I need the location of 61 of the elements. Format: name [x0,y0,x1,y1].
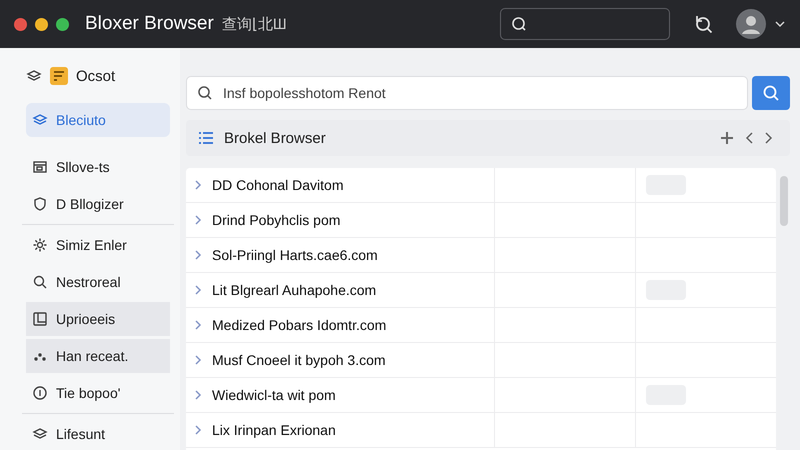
site-name[interactable]: Wiedwicl-ta wit pom [212,387,336,403]
site-name[interactable]: Sol-Priingl Harts.cae6.com [212,247,378,263]
gear-icon [32,237,48,253]
search-icon [762,84,780,102]
list-row[interactable]: Lix Irinpan Exrionan [186,413,776,448]
list-row[interactable]: Lit Blgrearl Auhapohe.com [186,273,776,308]
sidebar-item[interactable]: Simiz Enler [26,228,170,262]
window-subtitle: 查询⌊北Ш [222,14,287,34]
sidebar-item[interactable]: Han receat. [26,339,170,373]
close-button[interactable] [14,18,27,30]
window-title: Bloxer Browser [85,13,214,35]
search-icon [32,274,48,290]
search-icon [197,85,213,101]
chevron-right-icon[interactable] [764,131,774,145]
chevron-right-icon[interactable] [194,285,202,295]
info-icon [32,385,48,401]
search-field[interactable] [500,8,670,40]
avatar-icon[interactable] [736,9,766,39]
chevron-left-icon[interactable] [744,131,754,145]
sidebar-item[interactable]: Bleciuto [26,103,170,137]
list-row[interactable]: Sol-Priingl Harts.cae6.com [186,238,776,273]
list-row[interactable]: Wiedwicl-ta wit pom [186,378,776,413]
site-name[interactable]: Lix Irinpan Exrionan [212,422,336,438]
plus-icon[interactable] [720,131,734,145]
list-row[interactable]: Medized Pobars Idomtr.com [186,308,776,343]
list-row[interactable]: DD Cohonal Davitom [186,168,776,203]
chevron-right-icon[interactable] [194,355,202,365]
sidebar-header-label: Ocsot [76,68,116,84]
chevron-right-icon[interactable] [194,215,202,225]
sidebar-item[interactable]: Nestroreal [26,265,170,299]
sidebar-item[interactable]: Tie bopoo' [26,376,170,410]
site-name[interactable]: Lit Blgrearl Auhapohe.com [212,282,376,298]
document-icon [50,67,68,85]
list-row[interactable]: Musf Cnoeel it bypoh 3.com [186,343,776,378]
search-button[interactable] [752,76,790,110]
window-icon [32,159,48,175]
list-icon [198,131,214,145]
search-icon [511,16,527,32]
site-name[interactable]: Musf Cnoeel it bypoh 3.com [212,352,386,368]
book-icon [32,311,48,327]
chevron-down-icon[interactable] [774,20,786,28]
chevron-right-icon[interactable] [194,425,202,435]
sidebar-item[interactable]: D Bllogizer [26,187,170,221]
sidebar-item[interactable]: Sllove-ts [26,150,170,184]
sidebar-header[interactable]: Ocsot [26,60,170,92]
shield-icon [32,196,48,212]
minimize-button[interactable] [35,18,48,30]
site-name[interactable]: DD Cohonal Davitom [212,177,344,193]
sidebar-item[interactable]: Uprioeeis [26,302,170,336]
scrollbar-thumb[interactable] [780,176,788,226]
list-row[interactable]: Drind Pobyhclis pom [186,203,776,238]
sidebar-item[interactable]: Lifesunt [26,417,170,450]
chevron-right-icon[interactable] [194,320,202,330]
search-field[interactable]: Insf bopolesshotom Renot [186,76,748,110]
chevron-right-icon[interactable] [194,250,202,260]
list-title: Brokel Browser [224,130,326,146]
chevron-right-icon[interactable] [194,180,202,190]
site-name[interactable]: Drind Pobyhclis pom [212,212,340,228]
chevron-right-icon[interactable] [194,390,202,400]
site-name[interactable]: Medized Pobars Idomtr.com [212,317,386,333]
maximize-button[interactable] [56,18,69,30]
